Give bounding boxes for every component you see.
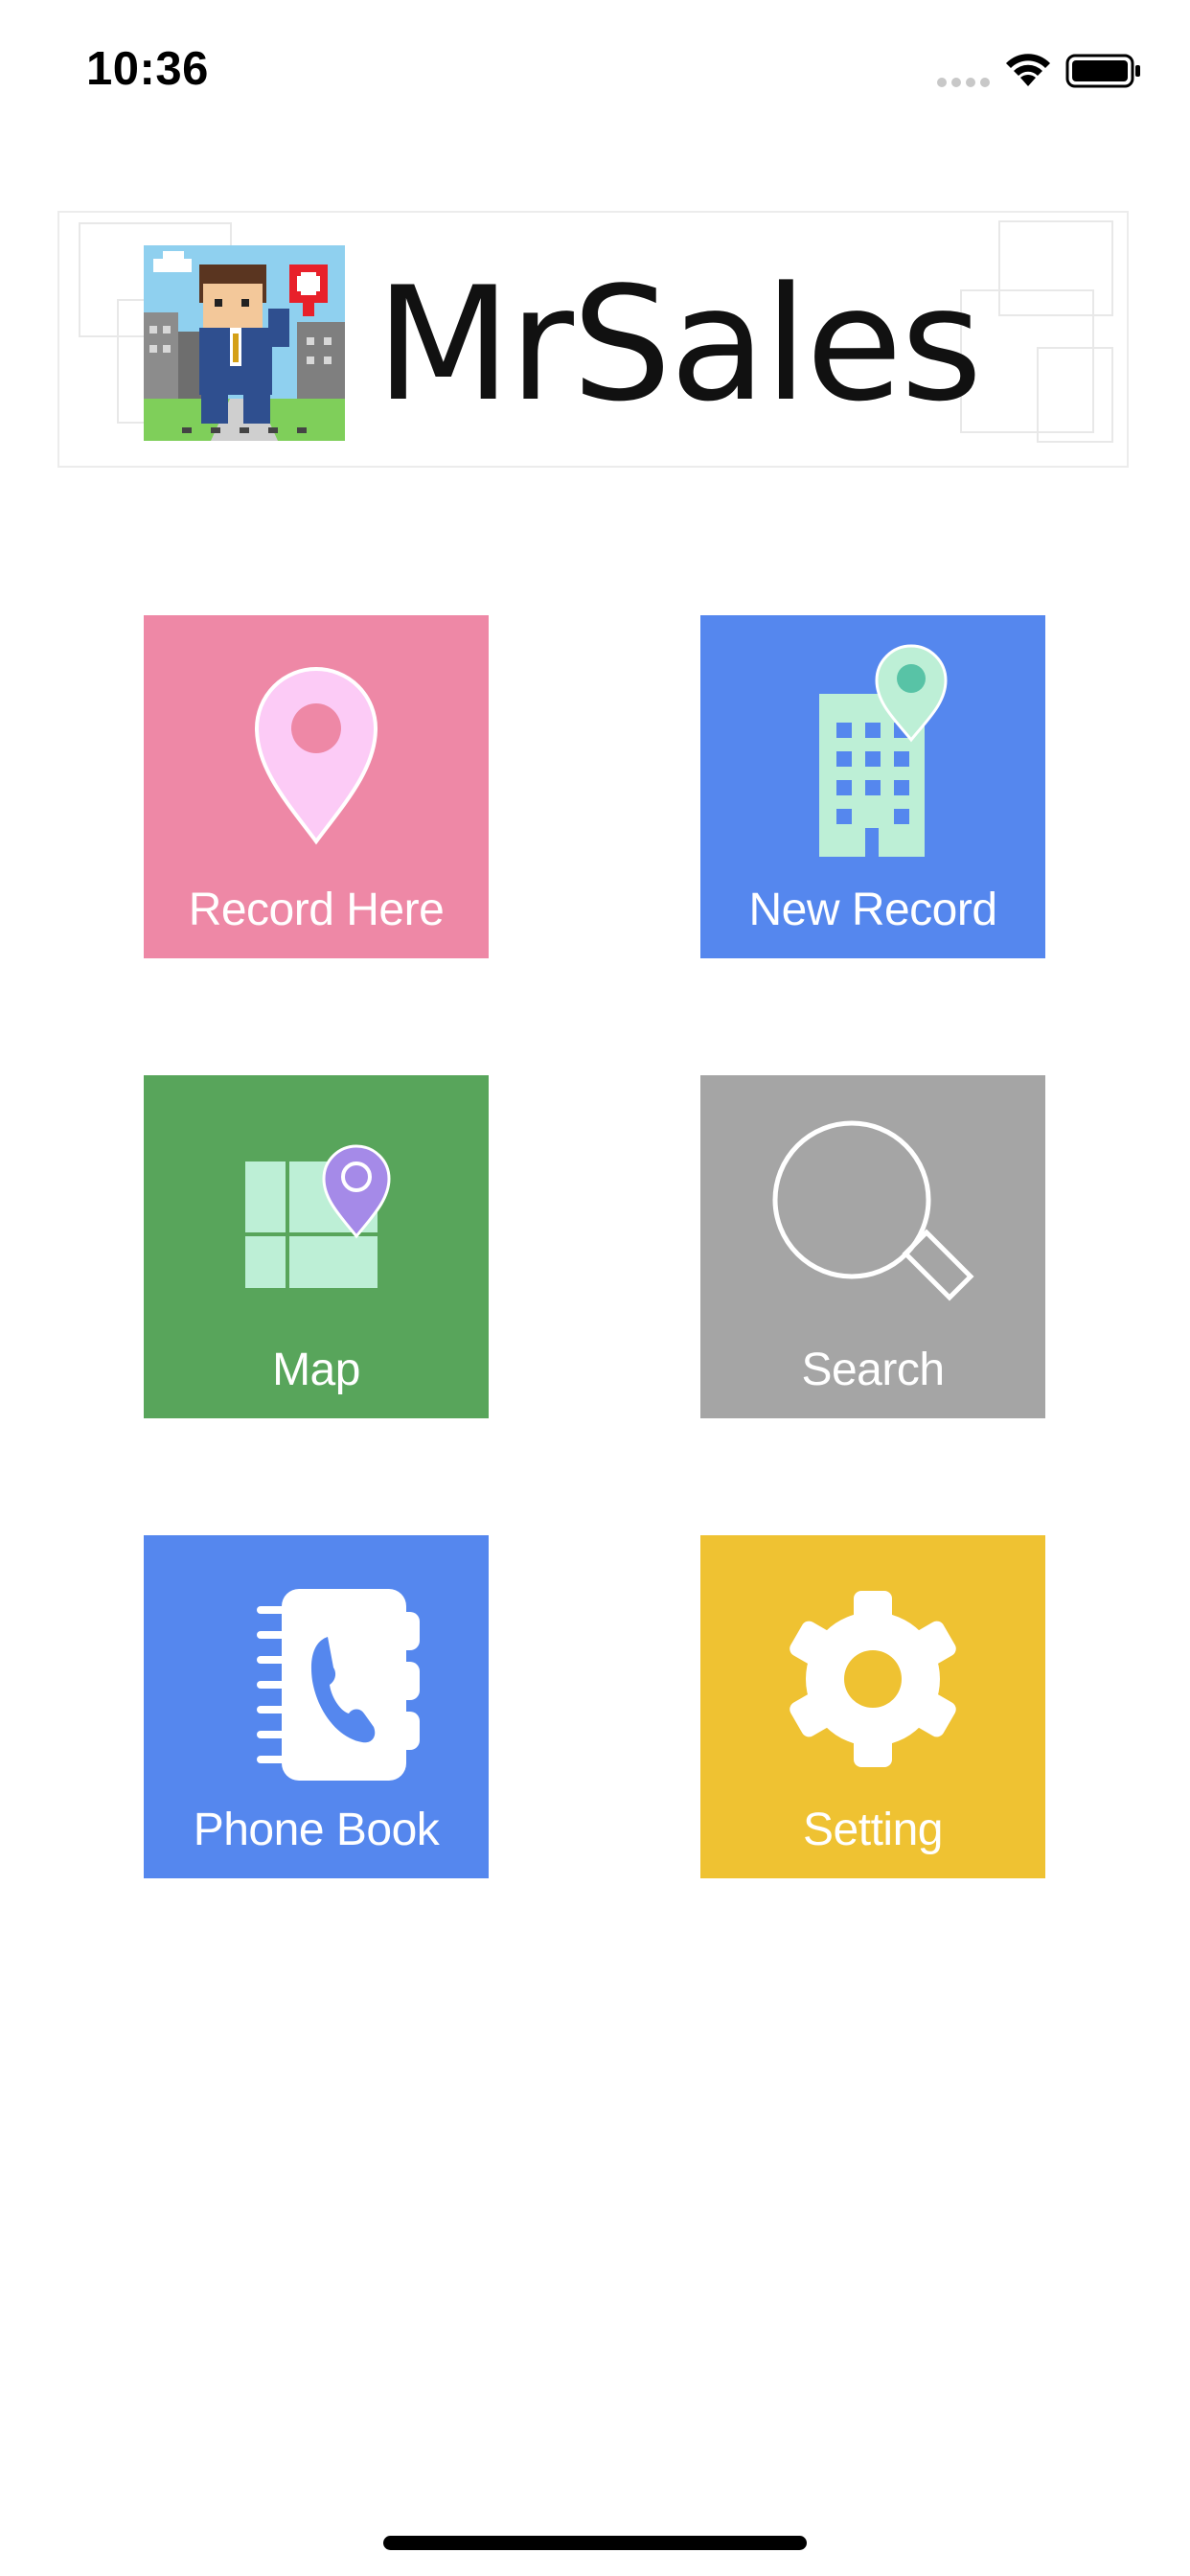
map-pin-icon <box>245 1144 391 1288</box>
phone-book-icon <box>257 1589 420 1781</box>
setting-button[interactable]: Setting <box>700 1535 1045 1878</box>
building-pin-icon <box>819 644 948 857</box>
tile-label: Search <box>801 1345 945 1395</box>
search-button[interactable]: Search <box>700 1075 1045 1418</box>
tile-label: New Record <box>748 885 997 935</box>
phone-book-button[interactable]: Phone Book <box>144 1535 489 1878</box>
tile-label: Record Here <box>188 885 445 935</box>
logo-decoration <box>1037 347 1113 443</box>
new-record-button[interactable]: New Record <box>700 615 1045 958</box>
battery-icon <box>1065 54 1140 88</box>
tile-label: Phone Book <box>193 1805 440 1855</box>
salesman-avatar-icon <box>144 245 345 441</box>
gear-icon <box>790 1591 956 1767</box>
status-bar: 10:36 <box>0 0 1190 144</box>
wifi-icon <box>1006 54 1050 86</box>
location-pin-icon <box>254 667 378 845</box>
magnifier-icon <box>772 1120 974 1301</box>
map-button[interactable]: Map <box>144 1075 489 1418</box>
app-logo-banner: MrSales <box>57 211 1129 468</box>
tile-label: Setting <box>803 1805 943 1855</box>
record-here-button[interactable]: Record Here <box>144 615 489 958</box>
app-logo-text: MrSales <box>376 253 982 436</box>
status-time: 10:36 <box>86 43 209 95</box>
home-indicator[interactable] <box>383 2536 807 2550</box>
cellular-signal-icon <box>937 78 990 87</box>
tile-label: Map <box>272 1345 360 1395</box>
